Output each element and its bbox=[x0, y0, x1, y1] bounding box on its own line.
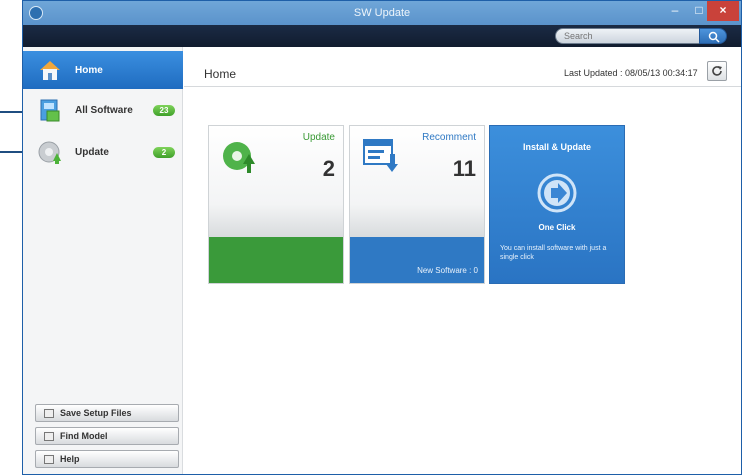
content-header: Home Last Updated : 08/05/13 00:34:17 bbox=[184, 47, 741, 87]
sidebar-item-update[interactable]: Update 2 bbox=[23, 133, 183, 173]
install-update-tile[interactable]: Install & Update One Click You can insta… bbox=[489, 125, 625, 284]
sidebar-item-home[interactable]: Home bbox=[23, 51, 183, 89]
app-window: SW Update – □ × Home bbox=[22, 0, 742, 475]
tile-label: Update bbox=[302, 132, 335, 143]
tile-footer-bar: New Software : 0 bbox=[350, 237, 484, 283]
install-description: You can install software with just a sin… bbox=[500, 245, 607, 261]
count-badge: 23 bbox=[153, 105, 175, 116]
sidebar-item-label: All Software bbox=[75, 105, 133, 116]
minimize-button[interactable]: – bbox=[663, 1, 687, 21]
sidebar-item-all-software[interactable]: All Software 23 bbox=[23, 91, 183, 131]
find-icon bbox=[44, 432, 54, 441]
help-button[interactable]: Help bbox=[35, 450, 179, 468]
search-button[interactable] bbox=[699, 28, 727, 44]
help-icon bbox=[44, 455, 54, 464]
find-model-button[interactable]: Find Model bbox=[35, 427, 179, 445]
arrow-right-icon bbox=[537, 173, 577, 213]
button-label: Help bbox=[60, 454, 80, 464]
search-icon bbox=[708, 31, 720, 43]
tile-label: Recomment bbox=[422, 132, 476, 143]
sidebar: Home All Software 23 Update 2 Save Setup… bbox=[23, 47, 183, 474]
button-label: Save Setup Files bbox=[60, 408, 132, 418]
search-input[interactable] bbox=[564, 29, 694, 43]
page-title: Home bbox=[204, 67, 237, 81]
tile-count: 2 bbox=[322, 156, 335, 181]
save-setup-files-button[interactable]: Save Setup Files bbox=[35, 404, 179, 422]
software-icon bbox=[40, 99, 60, 122]
update-icon bbox=[38, 141, 61, 164]
close-button[interactable]: × bbox=[707, 1, 739, 21]
home-icon bbox=[40, 61, 60, 80]
toolbar bbox=[23, 25, 741, 47]
save-icon bbox=[44, 409, 54, 418]
count-badge: 2 bbox=[153, 147, 175, 158]
update-disc-icon bbox=[223, 142, 255, 173]
search-box bbox=[555, 28, 701, 44]
tile-footer-bar bbox=[209, 237, 343, 283]
sidebar-item-label: Home bbox=[75, 65, 103, 76]
refresh-icon bbox=[712, 66, 722, 76]
new-software-text: New Software : 0 bbox=[417, 266, 478, 275]
title-bar: SW Update – □ × bbox=[23, 1, 741, 25]
recommend-icon bbox=[363, 139, 398, 172]
tile-count: 11 bbox=[452, 156, 476, 181]
sidebar-item-label: Update bbox=[75, 147, 109, 158]
window-title: SW Update bbox=[353, 7, 411, 19]
update-tile[interactable]: Update 2 bbox=[208, 125, 344, 284]
recommend-tile[interactable]: Recomment 11 New Software : 0 bbox=[349, 125, 485, 284]
install-title: Install & Update bbox=[522, 142, 591, 152]
last-updated-text: Last Updated : 08/05/13 00:34:17 bbox=[564, 68, 698, 78]
refresh-button[interactable] bbox=[707, 61, 727, 81]
install-caption: One Click bbox=[538, 223, 576, 232]
button-label: Find Model bbox=[60, 431, 108, 441]
